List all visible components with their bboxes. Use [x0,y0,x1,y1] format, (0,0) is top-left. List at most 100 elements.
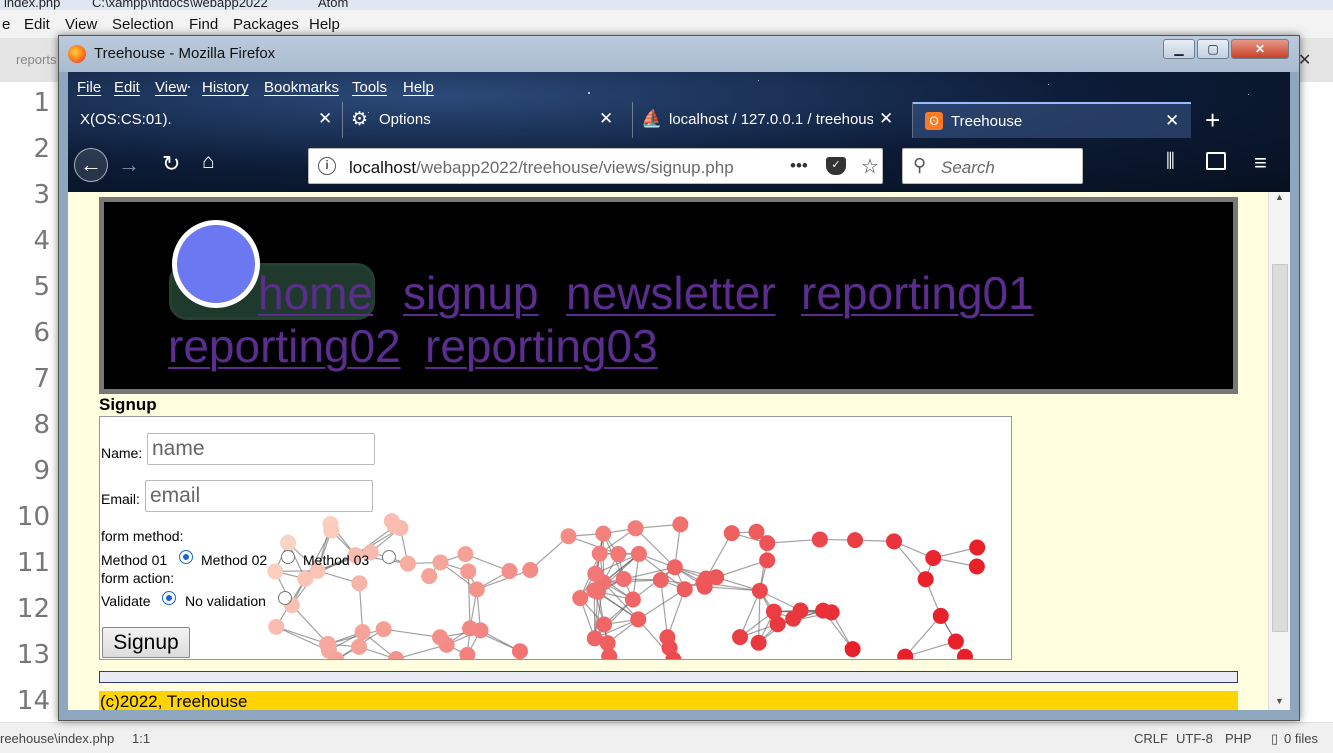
atom-menu-file[interactable]: e [2,16,10,33]
forward-button[interactable]: → [118,152,140,178]
nav-newsletter[interactable]: newsletter [566,266,776,320]
line-number: 11 [16,548,50,578]
page-heading: Signup [99,395,157,414]
line-number: 9 [33,456,50,486]
atom-menu-edit[interactable]: Edit [24,16,50,33]
network-node [759,535,776,552]
menu-tools[interactable]: Tools [352,79,387,96]
email-input[interactable] [145,480,373,512]
tab-treehouse[interactable]: ʘ Treehouse ✕ [913,102,1191,138]
status-line-ending[interactable]: CRLF [1134,731,1168,746]
tab-close-icon[interactable]: ✕ [879,109,893,129]
no-validation-radio[interactable] [278,591,292,605]
atom-menu-help[interactable]: Help [309,16,340,33]
method-03-radio[interactable] [382,550,396,564]
name-input[interactable] [147,433,375,465]
close-window-button[interactable]: ✕ [1231,39,1289,59]
info-icon[interactable]: i [318,157,336,175]
minimize-button[interactable]: ▁ [1163,39,1195,59]
validate-label: Validate [101,593,151,609]
method-02-radio[interactable] [281,550,295,564]
network-node [672,516,689,533]
network-node [354,624,371,641]
line-number: 8 [33,410,50,440]
network-node [432,629,449,646]
status-path[interactable]: reehouse\index.php [0,731,114,746]
network-node [925,550,942,567]
back-button[interactable]: ← [74,148,108,182]
validate-radio[interactable] [162,591,176,605]
network-node [615,571,632,588]
network-node [601,648,618,659]
network-node [375,621,392,638]
network-edge [904,615,942,657]
menu-help[interactable]: Help [403,79,434,96]
network-node [610,546,627,563]
tab-os-cs[interactable]: X(OS:CS:01). ✕ [68,102,343,138]
library-icon[interactable]: ⫼ [1166,151,1175,173]
atom-menu-bar: e Edit View Selection Find Packages Help [0,10,1333,38]
plus-icon: + [1205,105,1221,135]
atom-close-icon[interactable]: ✕ [1298,50,1311,70]
tab-close-icon[interactable]: ✕ [318,109,332,129]
network-node [319,636,336,653]
url-bar[interactable]: i localhost/webapp2022/treehouse/views/s… [308,148,883,184]
bookmark-star-icon[interactable]: ☆ [861,154,879,179]
tab-options[interactable]: ⚙ Options ✕ [351,102,633,138]
maximize-button[interactable]: ▢ [1197,39,1229,59]
nav-signup[interactable]: signup [403,266,539,320]
sidebar-toggle-icon[interactable] [1206,152,1226,170]
footer: (c)2022, Treehouse [99,691,1238,710]
status-cursor[interactable]: 1:1 [132,731,150,746]
network-node [388,650,405,659]
network-node [522,562,539,579]
network-node [351,638,368,655]
signup-button[interactable]: Signup [102,627,190,658]
desktop: index.php C:\xampp\htdocs\webapp2022 Ato… [0,0,1333,753]
nav-reporting01[interactable]: reporting01 [801,266,1034,320]
no-validation-label: No validation [185,593,266,609]
hamburger-menu-icon[interactable]: ≡ [1254,150,1267,176]
method-01-radio[interactable] [179,550,193,564]
tab-label: Treehouse [951,113,1023,130]
status-grammar[interactable]: PHP [1225,731,1252,746]
scrollbar-thumb[interactable] [1272,264,1288,632]
status-files[interactable]: 0 files [1284,731,1318,746]
reload-button[interactable]: ↻ [162,151,180,177]
menu-file[interactable]: File [77,79,101,96]
menu-view[interactable]: View [155,79,187,96]
status-encoding[interactable]: UTF-8 [1176,731,1213,746]
nav-reporting03[interactable]: reporting03 [425,319,658,373]
line-number: 1 [33,88,50,118]
atom-menu-selection[interactable]: Selection [112,16,174,33]
line-number: 10 [16,502,50,532]
tab-close-icon[interactable]: ✕ [599,109,613,129]
atom-menu-packages[interactable]: Packages [233,16,299,33]
firefox-logo-icon [68,45,86,63]
nav-reporting02[interactable]: reporting02 [168,319,401,373]
page-scrollbar[interactable]: ▲ ▼ [1268,192,1290,710]
network-node [630,611,647,628]
pocket-icon[interactable]: ✓ [826,157,846,175]
menu-history[interactable]: History [202,79,249,96]
network-node [627,520,644,537]
atom-menu-view[interactable]: View [65,16,97,33]
search-bar[interactable]: ⚲ Search [902,148,1083,184]
scroll-down-icon[interactable]: ▼ [1275,696,1284,706]
home-button[interactable]: ⌂ [202,150,215,174]
site-header: home signup newsletter reporting01 repor… [99,197,1238,394]
new-tab-button[interactable]: + [1201,102,1231,138]
network-node [956,648,973,659]
menu-edit[interactable]: Edit [114,79,140,96]
page-actions-icon[interactable]: ••• [790,156,808,176]
nav-home[interactable]: home [258,266,373,320]
network-node [587,565,604,582]
menu-bookmarks[interactable]: Bookmarks [264,79,339,96]
scroll-up-icon[interactable]: ▲ [1275,192,1284,202]
tab-close-icon[interactable]: ✕ [1165,111,1179,131]
network-node [630,545,647,562]
network-node [652,572,669,589]
method-heading: form method: [101,528,184,544]
atom-menu-find[interactable]: Find [189,16,218,33]
tab-phpmyadmin[interactable]: ⛵ localhost / 127.0.0.1 / treehouse ✕ [641,102,913,138]
